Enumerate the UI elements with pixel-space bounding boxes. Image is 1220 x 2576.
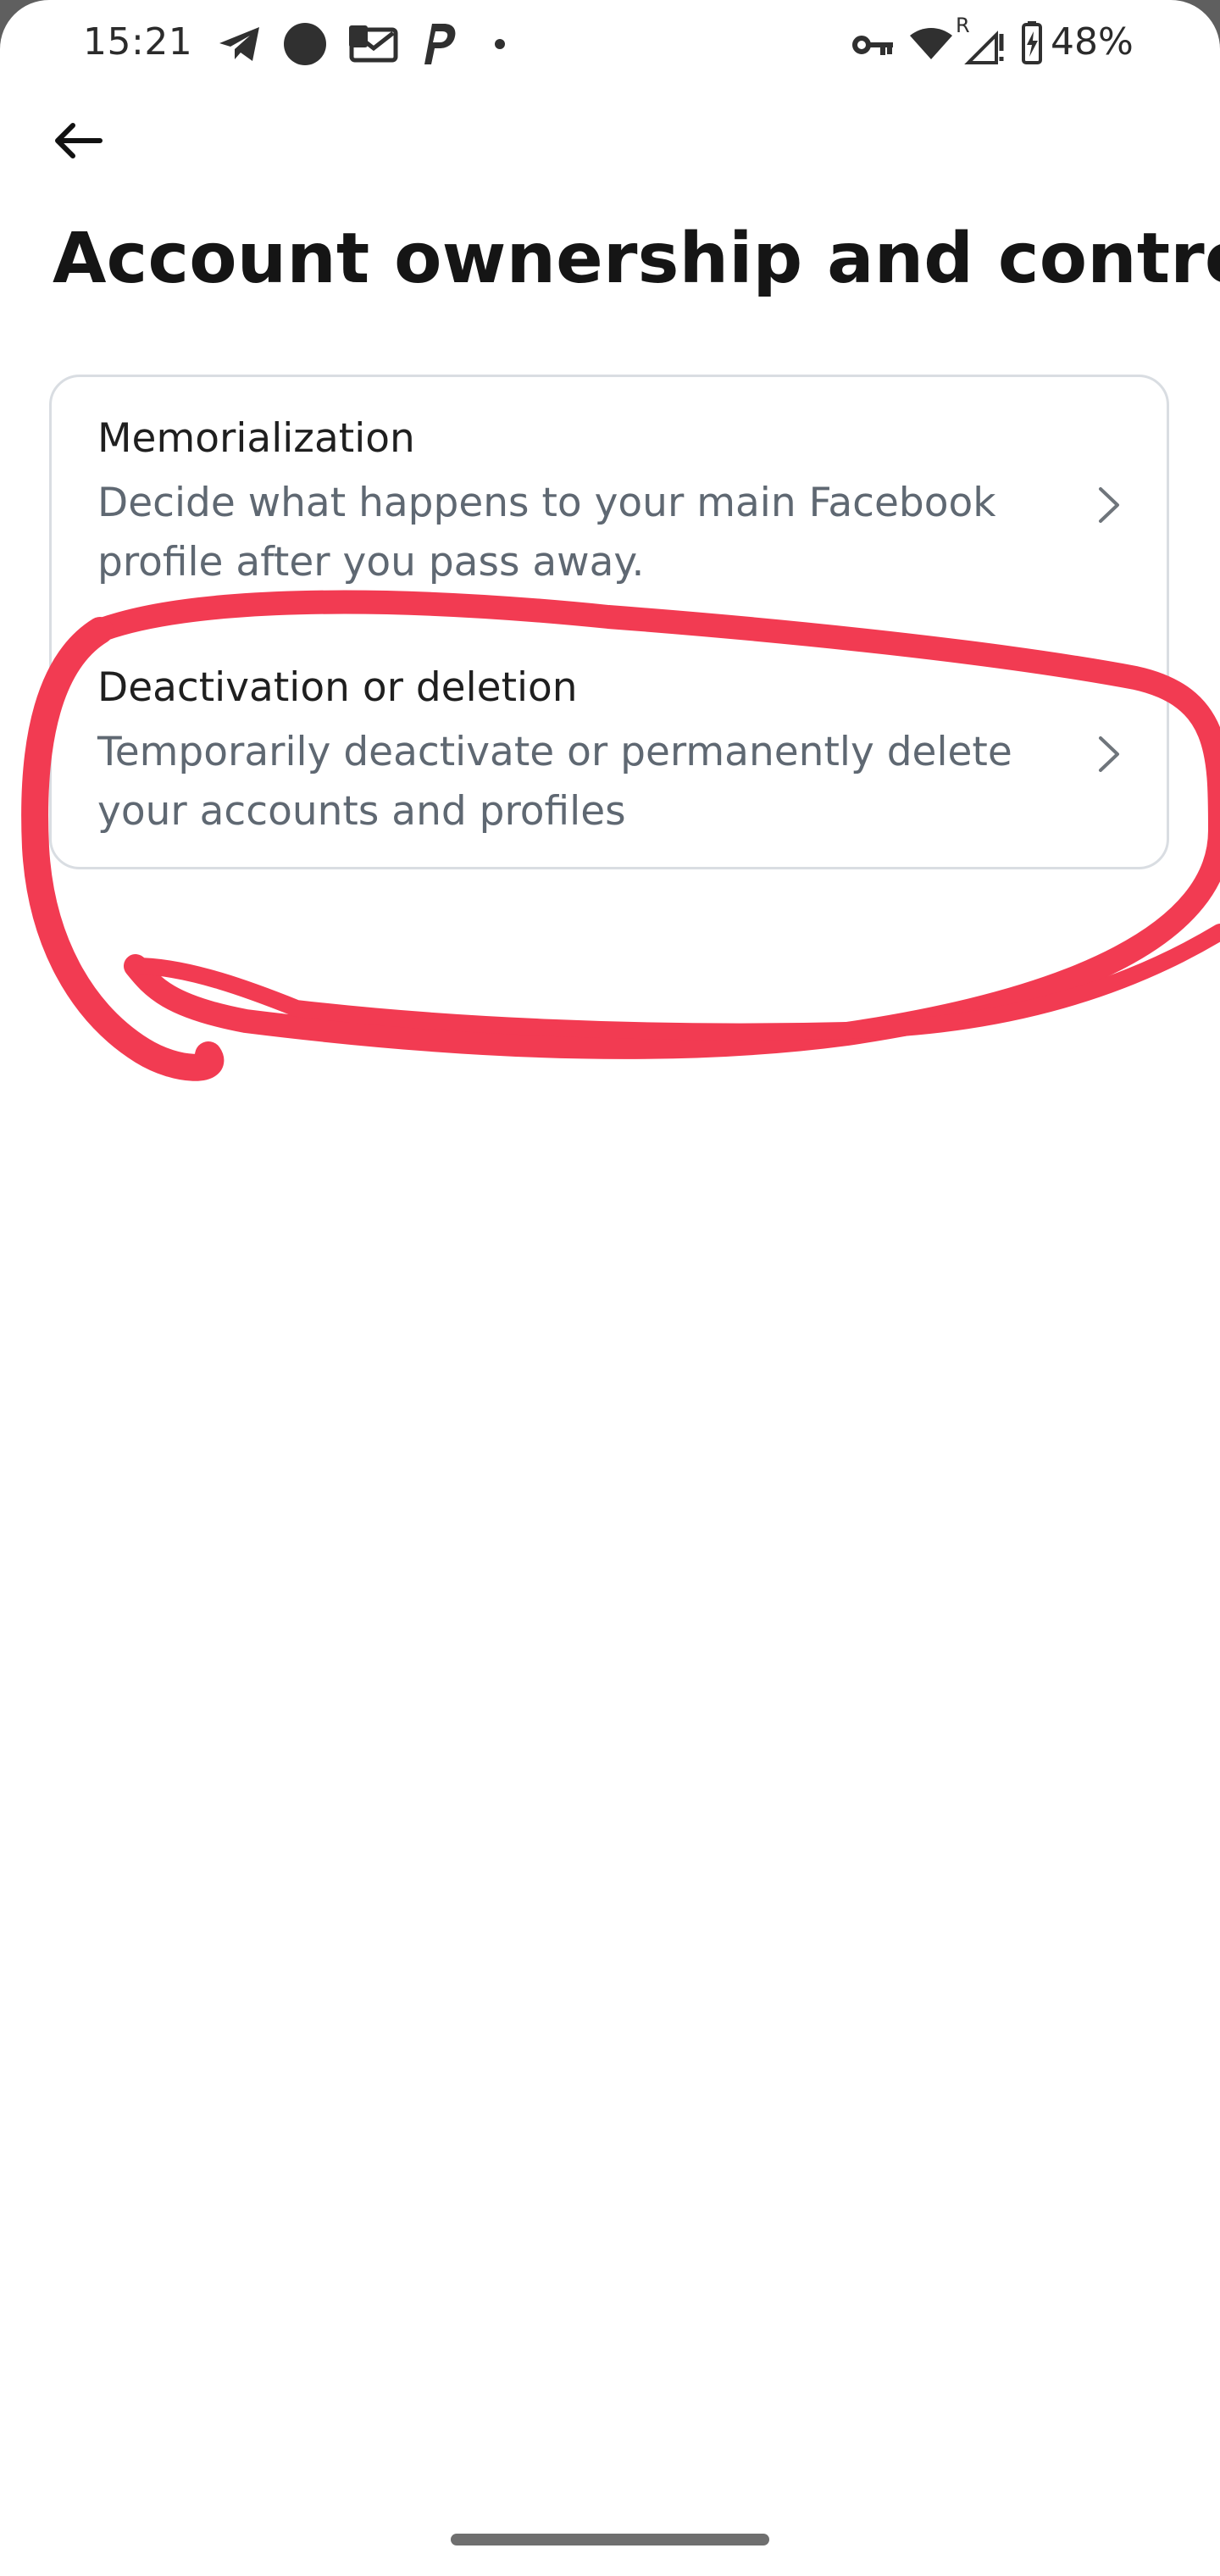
dot-icon bbox=[495, 39, 505, 49]
deactivation-deletion-title: Deactivation or deletion bbox=[97, 664, 578, 711]
roaming-signal-icon bbox=[964, 31, 1004, 64]
telegram-icon bbox=[219, 27, 259, 61]
memorialization-title: Memorialization bbox=[97, 415, 415, 462]
status-bar: 15:21 R 48% bbox=[0, 0, 1220, 88]
paypal-icon bbox=[424, 24, 456, 64]
arrow-left-icon bbox=[55, 123, 103, 158]
chevron-right-icon bbox=[1099, 736, 1119, 772]
back-button[interactable] bbox=[37, 100, 119, 181]
deactivation-deletion-description: Temporarily deactivate or permanently de… bbox=[97, 729, 1012, 835]
memorialization-description: Decide what happens to your main Faceboo… bbox=[97, 480, 996, 586]
highlight-loop-tail bbox=[127, 924, 1220, 1041]
chevron-right-icon bbox=[1099, 487, 1119, 523]
mail-icon bbox=[349, 25, 398, 63]
memorialization-option[interactable]: Memorialization Decide what happens to y… bbox=[52, 377, 1167, 626]
wifi-icon bbox=[910, 28, 952, 59]
account-settings-card: Memorialization Decide what happens to y… bbox=[49, 375, 1169, 869]
home-indicator[interactable] bbox=[451, 2534, 769, 2545]
deactivation-deletion-option[interactable]: Deactivation or deletion Temporarily dea… bbox=[52, 626, 1167, 867]
page-title: Account ownership and control bbox=[53, 219, 1220, 299]
app-screen: 15:21 R 48% Account ownership and contro… bbox=[0, 0, 1220, 2576]
battery-percentage: 48% bbox=[1051, 20, 1134, 64]
vpn-key-icon bbox=[852, 36, 893, 55]
battery-charging-icon bbox=[1022, 21, 1042, 64]
circle-icon bbox=[284, 23, 326, 65]
status-time: 15:21 bbox=[83, 20, 193, 64]
